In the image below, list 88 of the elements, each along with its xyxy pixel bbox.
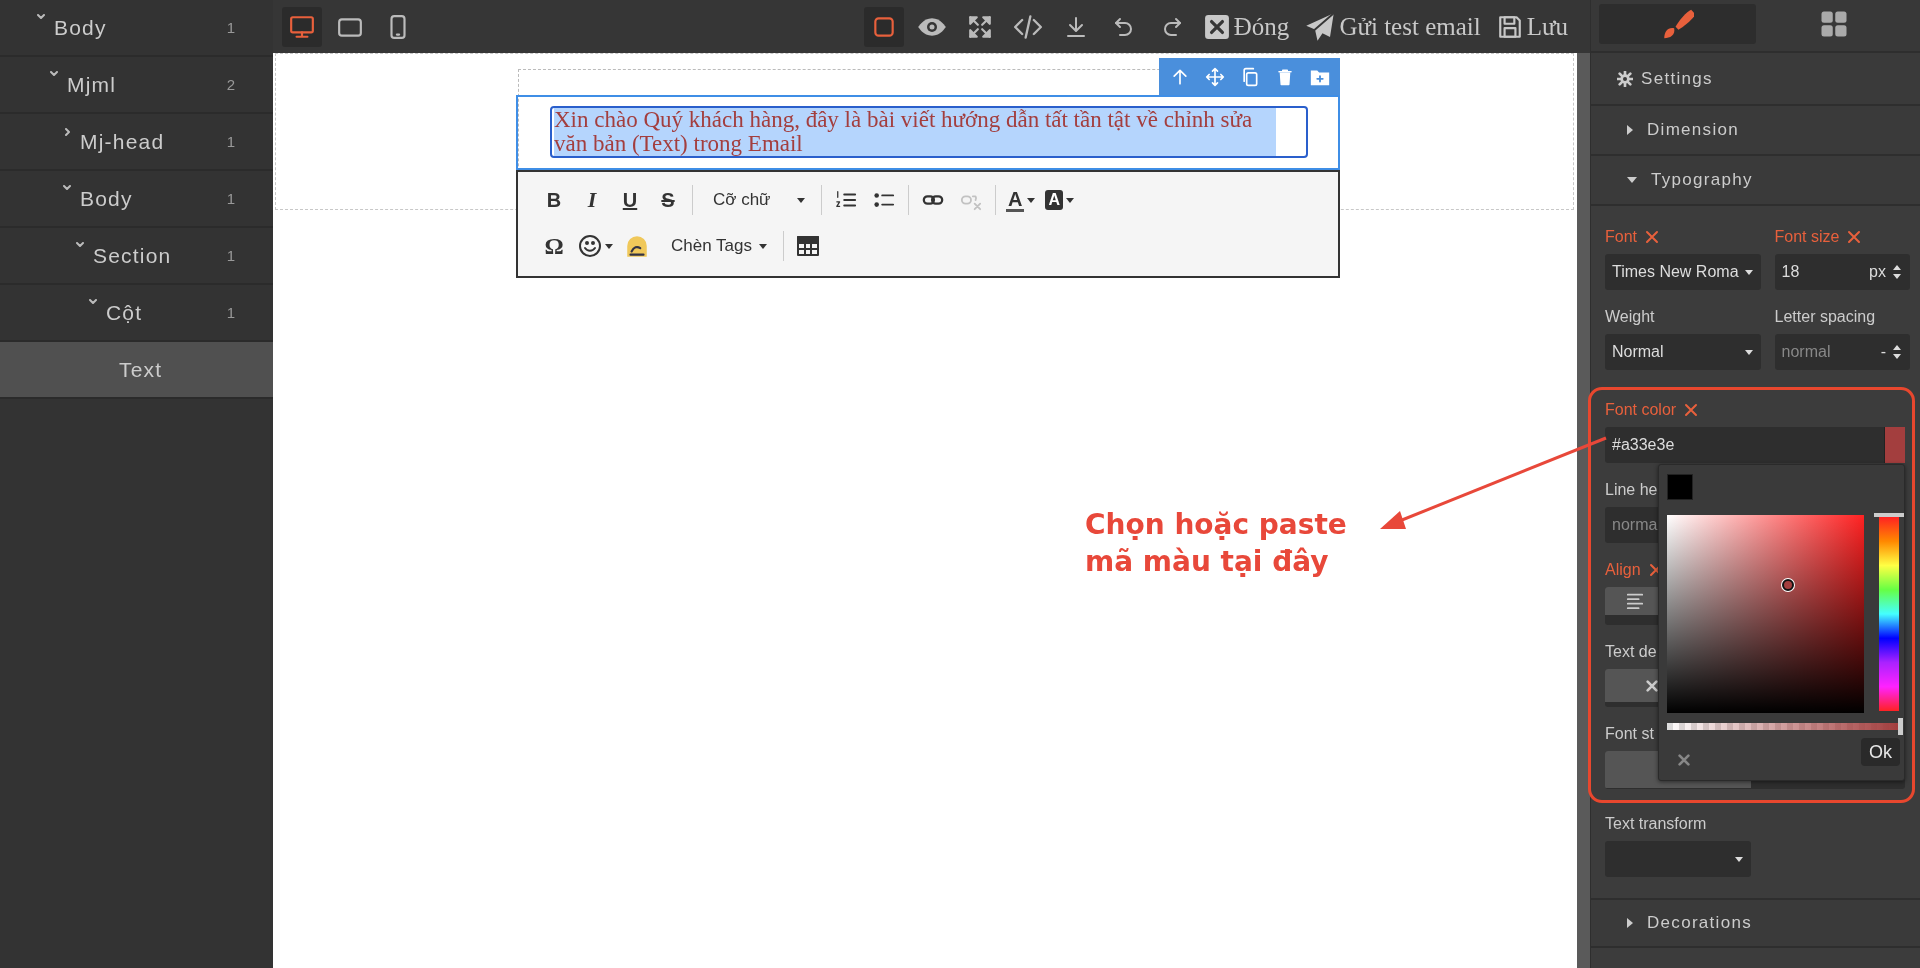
chevron-down-icon[interactable] [89,299,97,304]
strikethrough-button[interactable]: S [654,185,682,215]
dropdown-button[interactable]: Cỡ chữ [703,185,811,215]
dropdown-button[interactable]: Chèn Tags [661,231,773,261]
align-left-icon [1626,592,1644,610]
chevron-down-icon[interactable] [76,242,84,247]
hue-handle[interactable] [1874,513,1904,517]
close-button[interactable]: Đóng [1199,6,1294,47]
caret-icon[interactable] [1066,197,1074,203]
bold-button[interactable]: B [540,185,568,215]
caret-icon[interactable] [759,243,767,249]
chevron-right-icon[interactable] [64,128,70,136]
clear-icon[interactable] [1645,230,1659,244]
saturation-area[interactable] [1667,515,1864,713]
desktop-view-button[interactable] [282,6,322,47]
save-button[interactable]: Lưu [1492,6,1572,47]
select-field[interactable] [1605,841,1751,877]
text-color-button[interactable]: A [1006,185,1036,215]
layer-count: 2 [226,76,235,93]
scrollbar[interactable] [1577,53,1590,968]
property-label: Text de [1605,643,1657,661]
layer-count: 1 [226,247,235,264]
clear-icon[interactable] [1684,403,1699,417]
monitor-icon [289,13,315,40]
spinner-icon[interactable] [1892,264,1902,280]
paper-plane-icon [1305,11,1336,42]
unit-label: - [1880,343,1886,361]
send-test-email-button[interactable]: Gửi test email [1301,6,1485,47]
layer-count: 1 [226,19,235,36]
number-field[interactable]: normal - [1774,334,1910,370]
property-label: Text transform [1605,815,1707,833]
save-icon [1496,13,1523,40]
gear-icon [1617,70,1633,87]
caret-icon[interactable] [1735,856,1743,862]
caret-right-icon[interactable] [1627,125,1633,135]
number-field[interactable]: 18 px [1774,254,1910,290]
caret-icon[interactable] [797,197,805,203]
table-icon [796,234,820,258]
previous-color-swatch [1667,474,1693,500]
close-icon[interactable] [1645,678,1659,693]
caret-right-icon[interactable] [1627,918,1633,928]
unit-label: px [1869,263,1886,281]
caret-down-icon[interactable] [1627,177,1637,183]
background-color-button[interactable]: A [1045,185,1074,215]
expand-arrows-icon [966,13,993,40]
spinner-icon[interactable] [1892,344,1902,360]
style-manager-tab[interactable] [1599,4,1756,44]
caret-icon[interactable] [1744,349,1753,355]
property-label: Font st [1605,725,1654,743]
property-label: Line he [1605,481,1658,499]
layer-count: 1 [226,190,235,207]
layer-item[interactable]: Text [0,342,273,399]
marker-icon [624,233,650,259]
chevron-down-icon[interactable] [50,71,58,76]
show-borders-button[interactable] [863,6,904,47]
italic-button[interactable]: I [578,185,606,215]
property-label: Font color [1605,401,1677,419]
alpha-slider[interactable] [1667,718,1903,735]
special-character-button[interactable]: Ω [540,231,568,261]
property-label: Letter spacing [1774,308,1876,326]
cancel-icon[interactable] [1677,753,1691,767]
property-label: Weight [1605,308,1655,326]
layer-count: 1 [226,133,235,150]
select-field[interactable]: Normal [1605,334,1761,370]
picker-cursor[interactable] [1782,579,1794,591]
select-field[interactable]: Times New Roma [1605,254,1761,290]
ok-button[interactable]: Ok [1861,738,1900,766]
code-icon [1012,12,1043,41]
color-swatch[interactable] [1884,427,1905,463]
alpha-handle[interactable] [1898,718,1903,735]
chevron-down-icon[interactable] [37,14,45,19]
close-icon [1203,13,1230,40]
layer-count: 1 [226,304,235,321]
annotation-text: Chọn hoặc paste mã màu tại đây [1085,507,1348,580]
caret-icon[interactable] [1027,197,1036,203]
property-label: Font size [1774,228,1840,246]
underline-button[interactable]: U [616,185,644,215]
property-label: Font [1605,228,1637,246]
clear-icon[interactable] [1847,230,1862,244]
caret-icon[interactable] [605,243,613,249]
property-label: Align [1605,561,1641,579]
hue-slider[interactable] [1874,513,1904,711]
move-arrows-icon [1204,66,1225,87]
smiley-icon [578,234,602,258]
caret-icon[interactable] [1744,269,1753,275]
color-field[interactable]: #a33e3e [1605,427,1905,463]
chevron-down-icon[interactable] [63,185,71,190]
section-header[interactable]: Decorations [1591,898,1920,948]
